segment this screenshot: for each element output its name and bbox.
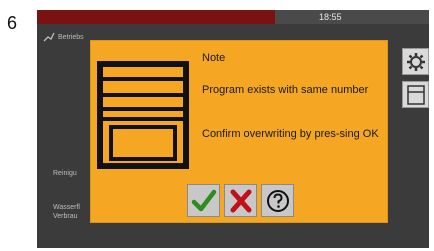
device-screen: 18:55 Betriebs Reinigu Wasserfl Verbrau [37, 10, 429, 248]
dialog-message-exists: Program exists with same number [202, 84, 369, 96]
program-document-icon [97, 61, 189, 169]
cancel-button[interactable] [224, 184, 257, 217]
status-bar-red-segment [37, 10, 275, 24]
note-dialog: Note Program exists with same number Con… [90, 40, 388, 223]
background-label-wasser: Wasserfl [53, 204, 80, 211]
help-button[interactable] [261, 184, 294, 217]
background-title-text: Betriebs [58, 33, 84, 41]
ok-button[interactable] [187, 184, 220, 217]
check-icon [191, 189, 216, 211]
document-icon[interactable] [402, 81, 429, 108]
screenshot-root: 6 18:55 Betriebs Reinigu Wasserfl Verbra… [0, 0, 434, 251]
status-bar: 18:55 [37, 10, 429, 24]
dialog-title: Note [202, 52, 226, 64]
gear-icon[interactable] [402, 48, 429, 75]
question-icon [266, 189, 289, 212]
x-icon [230, 189, 251, 212]
step-number: 6 [7, 13, 18, 33]
background-label-verbrauch: Verbrau [53, 213, 78, 220]
dialog-message-confirm: Confirm overwriting by pres-sing OK [202, 128, 379, 140]
background-title: Betriebs [43, 30, 84, 44]
signal-icon [43, 32, 55, 42]
background-label-reinigung: Reinigu [53, 170, 77, 177]
background-right-icons [402, 48, 429, 114]
status-time: 18:55 [319, 12, 342, 22]
